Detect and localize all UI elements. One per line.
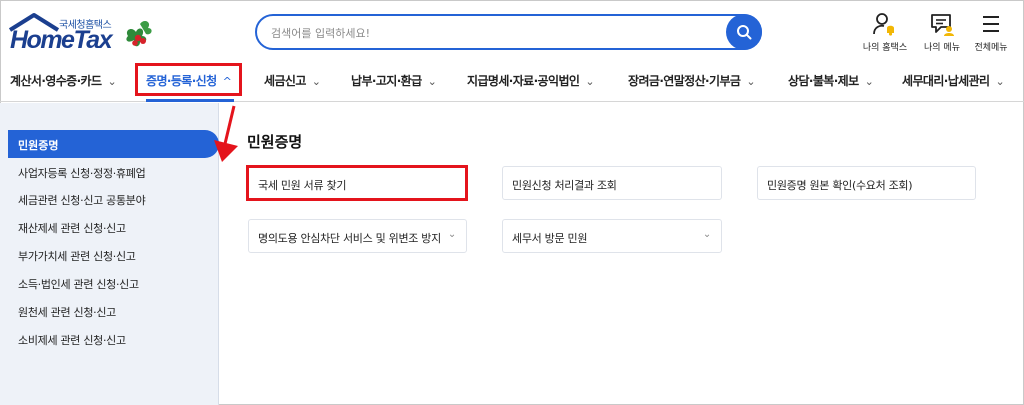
sidebar-item-common-filing[interactable]: 세금관련 신청·신고 공통분야 (18, 192, 146, 208)
search-input[interactable] (271, 23, 711, 43)
logo-title: HomeTax (10, 26, 113, 54)
page-title: 민원증명 (247, 133, 303, 151)
chevron-down-icon: ⌄ (311, 75, 321, 88)
nav-item-label: 상담·불복·제보 (788, 74, 859, 88)
nav-item-label: 장려금·연말정산·기부금 (628, 74, 741, 88)
chevron-down-icon: ⌄ (585, 75, 594, 88)
holly-icon (126, 21, 152, 47)
header: 국세청홈택스 HomeTax 나의 홈택스 (0, 0, 1024, 62)
menu-card-icon (931, 14, 954, 36)
card-identity-theft-protection[interactable]: 명의도용 안심차단 서비스 및 위변조 방지 ⌄ (248, 219, 467, 253)
chevron-down-icon: ⌄ (427, 75, 437, 88)
sidebar-item-property-tax[interactable]: 재산제세 관련 신청·신고 (18, 220, 126, 236)
nav-item-label: 세무대리·납세관리 (902, 74, 990, 88)
full-menu-button[interactable]: 전체메뉴 (963, 12, 1019, 53)
nav-item-label: 계산서·영수증·카드 (10, 74, 102, 88)
card-label: 민원증명 원본 확인(수요처 조회) (767, 179, 913, 192)
nav-item-payment[interactable]: 납부·고지·환급 ⌄ (351, 72, 437, 89)
sidebar-item-label: 민원증명 (18, 139, 59, 152)
search-bar (255, 14, 762, 50)
sidebar-item-consumption-tax[interactable]: 소비제세 관련 신청·신고 (18, 332, 126, 348)
card-label: 세무서 방문 민원 (512, 232, 588, 245)
nav-highlight-box (135, 63, 242, 96)
my-menu-label: 나의 메뉴 (924, 43, 960, 53)
chevron-down-icon: ⌄ (746, 75, 755, 88)
my-hometax-button[interactable]: 나의 홈택스 (857, 12, 913, 53)
nav-item-label: 세금신고 (264, 74, 306, 88)
nav-item-tax-return[interactable]: 세금신고 ⌄ (264, 72, 321, 89)
active-nav-underline (146, 99, 234, 102)
sidebar-item-income-tax[interactable]: 소득·법인세 관련 신청·신고 (18, 276, 139, 292)
my-menu-button[interactable]: 나의 메뉴 (914, 12, 970, 53)
nav-item-incentives[interactable]: 장려금·연말정산·기부금 ⌄ (628, 72, 756, 89)
card-highlight-box (246, 165, 468, 201)
my-hometax-label: 나의 홈택스 (862, 43, 908, 53)
hometax-logo[interactable]: 국세청홈택스 HomeTax (8, 12, 158, 56)
sidebar-item-withholding[interactable]: 원천세 관련 신청·신고 (18, 304, 116, 320)
nav-item-tax-agent[interactable]: 세무대리·납세관리 ⌄ (902, 72, 1005, 89)
card-application-result[interactable]: 민원신청 처리결과 조회 (502, 166, 722, 200)
search-button[interactable] (726, 14, 762, 50)
card-original-verification[interactable]: 민원증명 원본 확인(수요처 조회) (757, 166, 976, 200)
chevron-down-icon: ⌄ (702, 229, 711, 240)
chevron-down-icon: ⌄ (107, 75, 117, 88)
sidebar-item-business-registration[interactable]: 사업자등록 신청·정정·휴폐업 (18, 165, 146, 181)
nav-item-label: 지급명세·자료·공익법인 (467, 74, 580, 88)
chevron-down-icon: ⌄ (864, 75, 874, 88)
full-menu-label: 전체메뉴 (974, 43, 1008, 53)
red-arrow-annotation (214, 105, 238, 162)
chevron-down-icon: ⌄ (995, 75, 1005, 88)
hamburger-icon (983, 16, 999, 32)
user-bell-icon (873, 13, 894, 36)
card-label: 민원신청 처리결과 조회 (512, 179, 617, 192)
sidebar-item-vat[interactable]: 부가가치세 관련 신청·신고 (18, 248, 136, 264)
nav-item-receipts[interactable]: 계산서·영수증·카드 ⌄ (10, 72, 117, 89)
nav-item-payment-statement[interactable]: 지급명세·자료·공익법인 ⌄ (467, 72, 595, 89)
nav-item-consultation[interactable]: 상담·불복·제보 ⌄ (788, 72, 874, 89)
search-icon (737, 25, 752, 40)
nav-item-label: 납부·고지·환급 (351, 74, 422, 88)
card-tax-office-visit[interactable]: 세무서 방문 민원 ⌄ (502, 219, 722, 253)
chevron-down-icon: ⌄ (447, 229, 456, 240)
card-label: 명의도용 안심차단 서비스 및 위변조 방지 (258, 232, 441, 245)
